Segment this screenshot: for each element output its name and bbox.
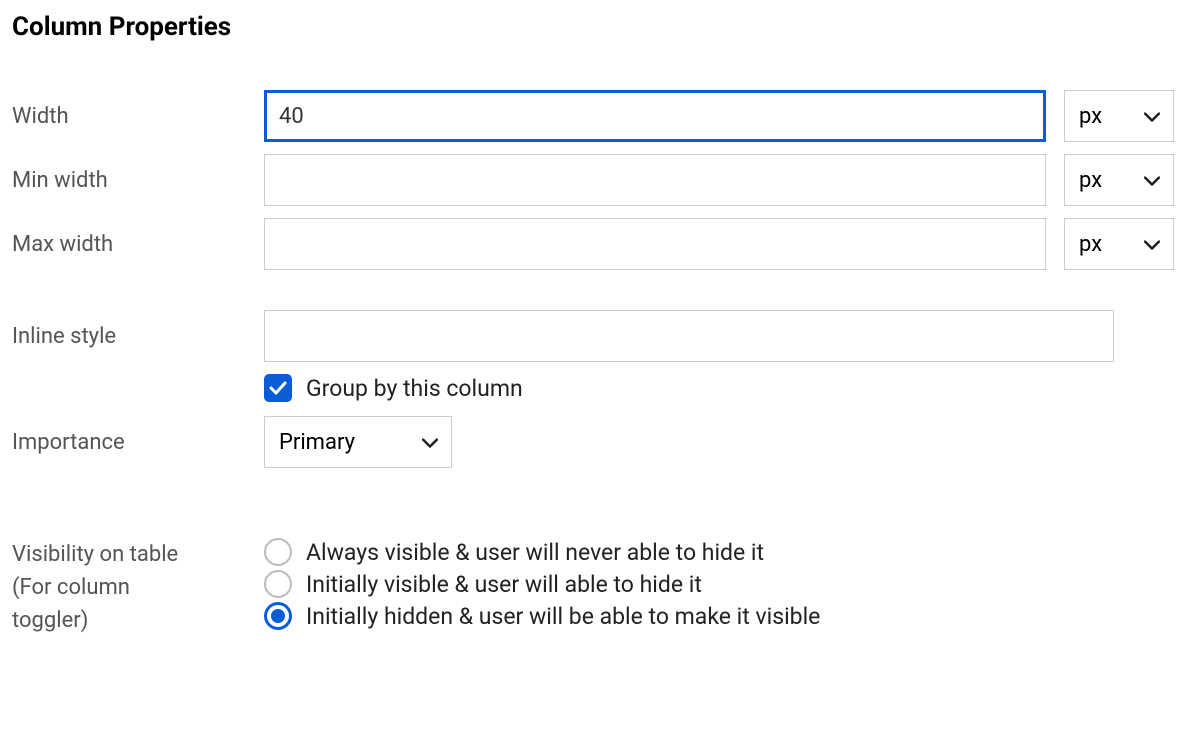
- width-row: Width px: [12, 90, 1174, 142]
- visibility-radio-0[interactable]: [264, 538, 292, 566]
- visibility-row: Visibility on table (For column toggler)…: [12, 538, 1174, 637]
- section-title: Column Properties: [12, 12, 1174, 42]
- group-by-checkbox[interactable]: [264, 374, 292, 402]
- inline-style-row: Inline style: [12, 310, 1174, 362]
- visibility-option-2: Initially hidden & user will be able to …: [264, 602, 820, 630]
- visibility-option-1: Initially visible & user will able to hi…: [264, 570, 820, 598]
- visibility-radio-label-1: Initially visible & user will able to hi…: [306, 571, 702, 598]
- width-unit-select[interactable]: px: [1064, 90, 1174, 142]
- check-icon: [269, 381, 287, 395]
- max-width-unit-select[interactable]: px: [1064, 218, 1174, 270]
- visibility-label: Visibility on table (For column toggler): [12, 538, 264, 637]
- visibility-radio-label-2: Initially hidden & user will be able to …: [306, 603, 820, 630]
- group-by-row: Group by this column: [12, 374, 1174, 402]
- visibility-option-0: Always visible & user will never able to…: [264, 538, 820, 566]
- max-width-input[interactable]: [264, 218, 1046, 270]
- min-width-label: Min width: [12, 168, 264, 193]
- max-width-row: Max width px: [12, 218, 1174, 270]
- visibility-radio-group: Always visible & user will never able to…: [264, 538, 820, 630]
- inline-style-label: Inline style: [12, 324, 264, 349]
- min-width-unit-select[interactable]: px: [1064, 154, 1174, 206]
- min-width-input[interactable]: [264, 154, 1046, 206]
- inline-style-input[interactable]: [264, 310, 1114, 362]
- importance-row: Importance Primary: [12, 416, 1174, 468]
- visibility-radio-label-0: Always visible & user will never able to…: [306, 539, 764, 566]
- visibility-radio-2[interactable]: [264, 602, 292, 630]
- width-label: Width: [12, 104, 264, 129]
- max-width-label: Max width: [12, 232, 264, 257]
- group-by-label: Group by this column: [306, 375, 523, 402]
- visibility-radio-1[interactable]: [264, 570, 292, 598]
- width-input[interactable]: [264, 90, 1046, 142]
- min-width-row: Min width px: [12, 154, 1174, 206]
- importance-select[interactable]: Primary: [264, 416, 452, 468]
- importance-label: Importance: [12, 430, 264, 455]
